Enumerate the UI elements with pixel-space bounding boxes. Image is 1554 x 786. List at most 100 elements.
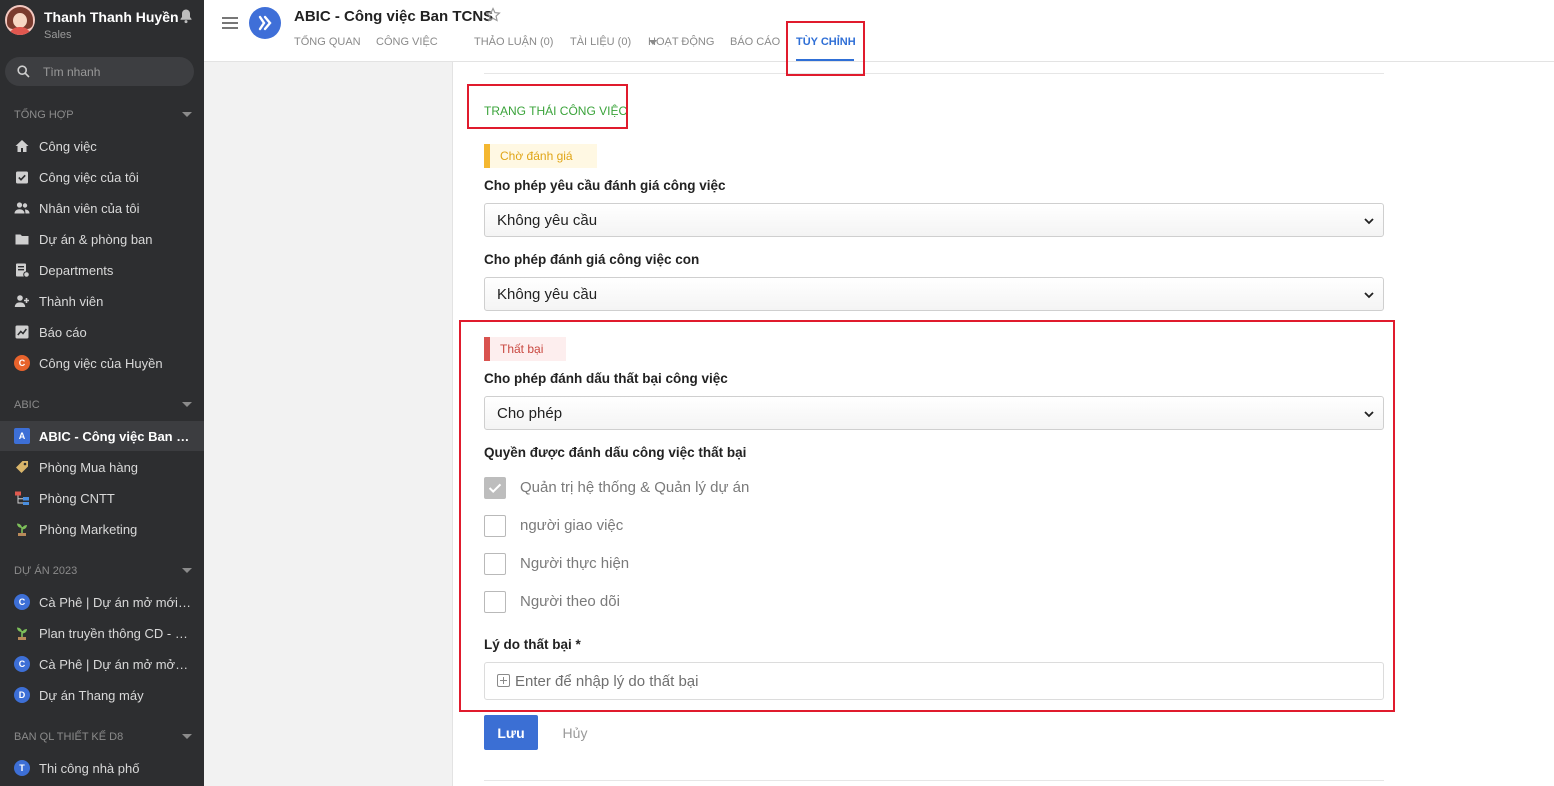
checkmark-icon <box>488 483 502 494</box>
cancel-button[interactable]: Hủy <box>550 715 600 750</box>
home-icon <box>15 140 29 152</box>
checkbox-label: Quản trị hệ thống & Quản lý dự án <box>520 479 750 496</box>
sidebar-item-label: Cà Phê | Dự án mở mới cửa hàng <box>39 595 191 610</box>
tab-thao-luan[interactable]: THẢO LUẬN (0) <box>474 36 553 48</box>
hamburger-menu-icon[interactable] <box>222 16 238 30</box>
caret-down-icon[interactable] <box>182 402 192 407</box>
folder-icon <box>15 234 29 245</box>
sidebar-item-cong-viec-cua-huyen[interactable]: C Công việc của Huyền <box>0 348 204 378</box>
active-tab-indicator <box>796 59 854 61</box>
sidebar-item-label: Công việc của tôi <box>39 170 139 185</box>
select-request-review[interactable]: Không yêu cầu <box>484 203 1384 237</box>
fail-reason-input[interactable] <box>515 671 1365 691</box>
sidebar-item-departments[interactable]: Departments <box>0 255 204 285</box>
sidebar-item-cong-viec-cua-toi[interactable]: Công việc của tôi <box>0 162 204 192</box>
search-icon <box>17 65 30 78</box>
sidebar-item-label: Nhân viên của tôi <box>39 201 140 216</box>
project-logo <box>249 7 281 39</box>
select-value: Không yêu cầu <box>497 212 598 229</box>
section-title: ABIC <box>14 399 40 411</box>
search-input[interactable] <box>43 62 183 81</box>
sidebar-item-label: Công việc <box>39 139 97 154</box>
sidebar-item-nhan-vien-cua-toi[interactable]: Nhân viên của tôi <box>0 193 204 223</box>
sidebar-item-thi-cong-nha-pho[interactable]: T Thi công nhà phố <box>0 753 204 783</box>
sidebar-item-ca-phe-mo-moi[interactable]: C Cà Phê | Dự án mở mới cửa hàng <box>0 587 204 617</box>
sidebar-item-cong-viec[interactable]: Công việc <box>0 131 204 161</box>
tag-icon <box>16 461 28 473</box>
project-logo-icon <box>258 15 272 31</box>
tab-bao-cao[interactable]: BÁO CÁO <box>730 36 780 48</box>
checkbox[interactable] <box>484 477 506 499</box>
sidebar-item-label: Plan truyền thông CD - Marketing <box>39 626 193 641</box>
header: ABIC - Công việc Ban TCNS TỔNG QUAN CÔNG… <box>204 0 1554 62</box>
divider <box>484 73 1384 74</box>
section-tong-hop[interactable]: Tổng hợp <box>14 109 196 125</box>
profile[interactable]: Thanh Thanh Huyền Sales <box>0 0 204 50</box>
select-mark-failed[interactable]: Cho phép <box>484 396 1384 430</box>
tab-tuy-chinh[interactable]: TÙY CHỈNH <box>796 36 856 48</box>
section-title: Ban QL Thiết kế D8 <box>14 731 124 743</box>
chart-icon <box>15 325 29 339</box>
bell-icon[interactable] <box>178 8 194 24</box>
avatar[interactable] <box>5 5 35 35</box>
sidebar-item-label: Dự án Thang máy <box>39 688 144 703</box>
chevron-down-icon <box>1364 292 1374 299</box>
save-button[interactable]: Lưu <box>484 715 538 750</box>
tab-tong-quan[interactable]: TỔNG QUAN <box>294 36 361 48</box>
select-value: Cho phép <box>497 405 563 422</box>
field-label-fail-permissions: Quyền được đánh dấu công việc thất bại <box>484 445 747 460</box>
field-label-request-review: Cho phép yêu cầu đánh giá công việc <box>484 178 726 193</box>
sidebar-item-label: Báo cáo <box>39 325 87 340</box>
checkbox-label: người giao việc <box>520 517 624 534</box>
checkbox[interactable] <box>484 591 506 613</box>
search-box[interactable] <box>5 57 194 86</box>
sidebar: Thanh Thanh Huyền Sales Tổng hợp Công vi… <box>0 0 204 786</box>
sidebar-item-phong-cntt[interactable]: Phòng CNTT <box>0 483 204 513</box>
sidebar-item-thanh-vien[interactable]: Thành viên <box>0 286 204 316</box>
profile-role: Sales <box>44 29 72 41</box>
project-badge-icon: C <box>14 594 30 610</box>
section-du-an-2023[interactable]: Dự án 2023 <box>14 565 196 581</box>
page-title: ABIC - Công việc Ban TCNS <box>294 8 494 25</box>
tab-tai-lieu[interactable]: TÀI LIỆU (0) <box>570 36 631 48</box>
field-label-review-subtask: Cho phép đánh giá công việc con <box>484 252 700 267</box>
sidebar-item-label: Dự án & phòng ban <box>39 232 153 247</box>
project-badge-icon: A <box>14 428 30 444</box>
caret-down-icon[interactable] <box>182 734 192 739</box>
fail-reason-field[interactable] <box>484 662 1384 700</box>
project-badge-icon: D <box>14 687 30 703</box>
star-icon[interactable] <box>485 7 501 23</box>
checkbox[interactable] <box>484 553 506 575</box>
section-title: Tổng hợp <box>14 109 74 121</box>
section-ban-ql-d8[interactable]: Ban QL Thiết kế D8 <box>14 731 196 747</box>
sidebar-item-du-an-phong-ban[interactable]: Dự án & phòng ban <box>0 224 204 254</box>
caret-down-icon[interactable] <box>182 568 192 573</box>
sidebar-item-label: Thi công nhà phố <box>39 761 140 776</box>
sidebar-item-label: Cà Phê | Dự án mở mở Vincom <box>39 657 191 672</box>
sidebar-item-ca-phe-vincom[interactable]: C Cà Phê | Dự án mở mở Vincom <box>0 649 204 679</box>
tab-hoat-dong[interactable]: HOẠT ĐỘNG <box>648 36 714 48</box>
sidebar-item-label: Công việc của Huyền <box>39 356 163 371</box>
checkbox[interactable] <box>484 515 506 537</box>
content-left-panel <box>204 62 453 786</box>
sidebar-item-label: Phòng CNTT <box>39 491 115 506</box>
tab-cong-viec[interactable]: CÔNG VIỆC <box>376 36 438 48</box>
task-check-icon <box>16 171 28 184</box>
sidebar-item-label: Departments <box>39 263 114 278</box>
divider <box>484 780 1384 781</box>
section-abic[interactable]: ABIC <box>14 399 196 415</box>
plant-icon <box>17 523 27 536</box>
sidebar-item-bao-cao[interactable]: Báo cáo <box>0 317 204 347</box>
section-title: Dự án 2023 <box>14 565 78 577</box>
profile-name: Thanh Thanh Huyền <box>44 9 179 25</box>
select-review-subtask[interactable]: Không yêu cầu <box>484 277 1384 311</box>
sidebar-item-label: Thành viên <box>39 294 104 309</box>
sidebar-item-phong-mua-hang[interactable]: Phòng Mua hàng <box>0 452 204 482</box>
sidebar-item-du-an-thang-may[interactable]: D Dự án Thang máy <box>0 680 204 710</box>
checkbox-label: Người theo dõi <box>520 593 620 610</box>
chevron-down-icon <box>1364 218 1374 225</box>
sidebar-item-abic-tcns[interactable]: A ABIC - Công việc Ban TCNS <box>0 421 204 451</box>
caret-down-icon[interactable] <box>182 112 192 117</box>
sidebar-item-phong-marketing[interactable]: Phòng Marketing <box>0 514 204 544</box>
sidebar-item-plan-truyen-thong[interactable]: Plan truyền thông CD - Marketing <box>0 618 204 648</box>
